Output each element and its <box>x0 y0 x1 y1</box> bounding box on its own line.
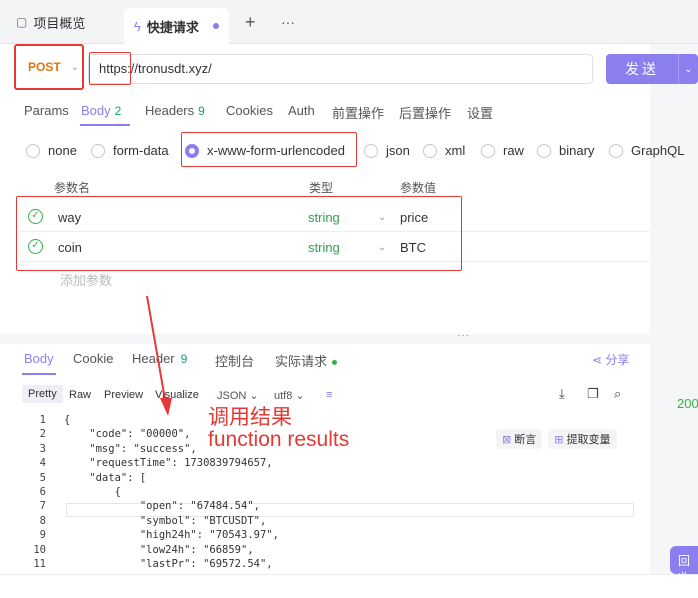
annotation-arrow <box>146 295 172 416</box>
annotation-text-zh: 调用结果 <box>208 406 292 429</box>
annotation-text-en: function results <box>208 428 350 451</box>
